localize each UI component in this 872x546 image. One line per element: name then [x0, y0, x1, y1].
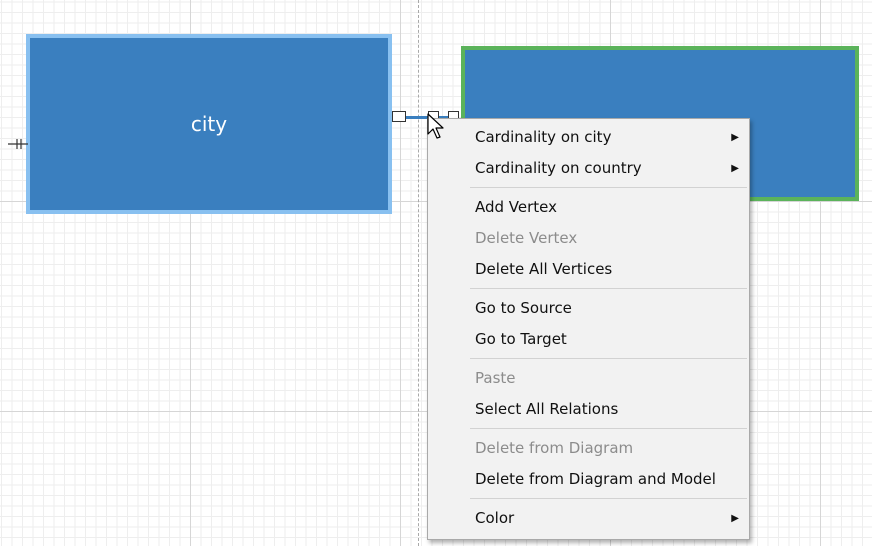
menu-separator: [470, 288, 747, 289]
menu-separator: [470, 498, 747, 499]
mouse-pointer-icon: [427, 113, 444, 139]
menu-item-label: Paste: [475, 369, 516, 387]
alignment-guide: [418, 0, 419, 546]
context-menu: Cardinality on city ▶ Cardinality on count…: [427, 118, 750, 540]
menu-item-delete-vertex: Delete Vertex: [428, 223, 749, 254]
cardinality-one-icon: [8, 139, 28, 149]
menu-item-go-to-source[interactable]: Go to Source: [428, 293, 749, 324]
submenu-arrow-icon: ▶: [731, 163, 739, 174]
entity-city[interactable]: city: [26, 34, 392, 214]
menu-item-label: Delete Vertex: [475, 229, 578, 247]
menu-item-label: Delete from Diagram: [475, 439, 634, 457]
menu-item-go-to-target[interactable]: Go to Target: [428, 324, 749, 355]
menu-separator: [470, 428, 747, 429]
menu-item-select-all-relations[interactable]: Select All Relations: [428, 394, 749, 425]
menu-item-add-vertex[interactable]: Add Vertex: [428, 192, 749, 223]
menu-item-label: Color: [475, 509, 515, 527]
menu-item-color[interactable]: Color ▶: [428, 503, 749, 534]
menu-item-label: Delete from Diagram and Model: [475, 470, 716, 488]
menu-item-cardinality-on-city[interactable]: Cardinality on city ▶: [428, 122, 749, 153]
relation-handle-source[interactable]: [392, 111, 406, 122]
submenu-arrow-icon: ▶: [731, 513, 739, 524]
menu-item-label: Delete All Vertices: [475, 260, 613, 278]
menu-item-label: Go to Source: [475, 299, 572, 317]
menu-separator: [470, 358, 747, 359]
menu-item-delete-from-diagram: Delete from Diagram: [428, 433, 749, 464]
menu-separator: [470, 187, 747, 188]
menu-item-label: Add Vertex: [475, 198, 558, 216]
menu-item-label: Cardinality on city: [475, 128, 612, 146]
entity-label: city: [190, 112, 228, 136]
menu-item-delete-from-diagram-and-model[interactable]: Delete from Diagram and Model: [428, 464, 749, 495]
menu-item-delete-all-vertices[interactable]: Delete All Vertices: [428, 254, 749, 285]
menu-item-paste: Paste: [428, 363, 749, 394]
menu-item-cardinality-on-country[interactable]: Cardinality on country ▶: [428, 153, 749, 184]
menu-item-label: Go to Target: [475, 330, 567, 348]
menu-item-label: Cardinality on country: [475, 159, 642, 177]
submenu-arrow-icon: ▶: [731, 132, 739, 143]
menu-item-label: Select All Relations: [475, 400, 619, 418]
